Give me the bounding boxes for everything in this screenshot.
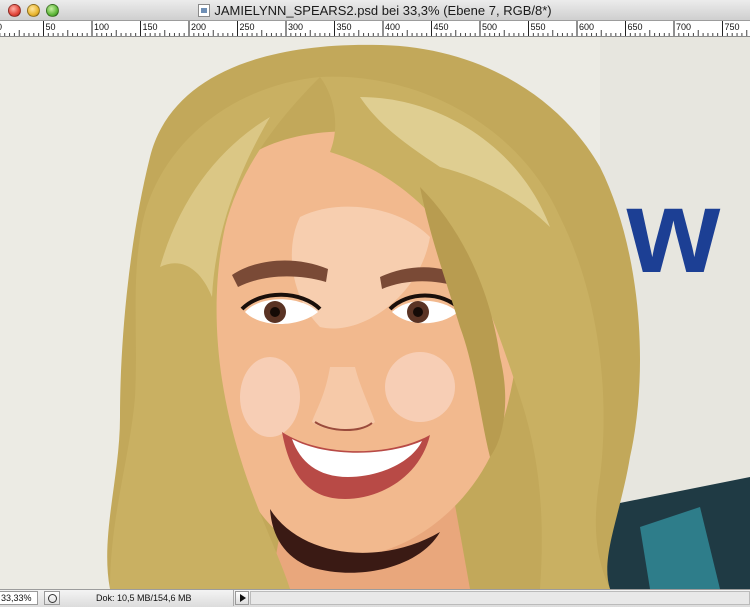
ruler-label: 450 [434,22,449,32]
ruler-label: 350 [337,22,352,32]
ruler-label: 50 [46,22,56,32]
window-title: JAMIELYNN_SPEARS2.psd bei 33,3% (Ebene 7… [214,3,552,18]
document-size-info: Dok: 10,5 MB/154,6 MB [64,590,234,606]
horizontal-scrollbar[interactable] [250,591,750,605]
right-pupil [413,307,423,317]
illustration-canvas: ew [0,37,750,589]
left-pupil [270,307,280,317]
left-cheek-highlight [240,357,300,437]
ruler-label: 500 [482,22,497,32]
image-canvas[interactable]: ew [0,37,750,589]
window-title-area: JAMIELYNN_SPEARS2.psd bei 33,3% (Ebene 7… [0,0,750,21]
status-menu-arrow-button[interactable] [235,591,249,605]
horizontal-ruler[interactable]: 0 50 100 150 200 250 300 350 400 450 500 550 600 650 7… [0,21,750,37]
ruler-ticks: 0 50 100 150 200 250 300 350 400 450 500 550 600 650 7… [0,21,748,36]
status-bar: 33,33% Dok: 10,5 MB/154,6 MB [0,589,750,607]
ruler-label: 750 [725,22,740,32]
ruler-label: 200 [191,22,206,32]
ruler-label: 100 [94,22,109,32]
right-cheek-highlight [385,352,455,422]
ruler-label: 700 [676,22,691,32]
ruler-label: 300 [288,22,303,32]
psd-document-icon [198,4,211,17]
ruler-label: 400 [385,22,400,32]
zoom-level-field[interactable]: 33,33% [0,591,38,605]
photoshop-document-window: JAMIELYNN_SPEARS2.psd bei 33,3% (Ebene 7… [0,0,750,607]
title-bar[interactable]: JAMIELYNN_SPEARS2.psd bei 33,3% (Ebene 7… [0,0,750,21]
ruler-label: 650 [628,22,643,32]
ruler-label: 600 [579,22,594,32]
ruler-label: 250 [240,22,255,32]
ruler-label: 150 [143,22,158,32]
ruler-label: 550 [531,22,546,32]
preview-icon[interactable] [44,591,60,605]
ruler-label: 0 [0,22,2,32]
